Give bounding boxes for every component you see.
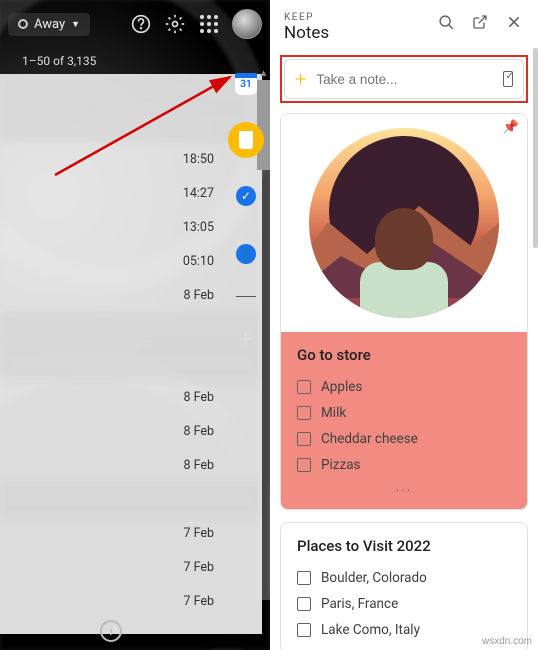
account-avatar[interactable] [232, 9, 262, 39]
help-icon[interactable] [130, 13, 152, 35]
take-note-input-row[interactable]: + [284, 59, 524, 99]
rail-divider [236, 296, 256, 297]
status-dot-icon [18, 19, 28, 29]
checkbox-icon[interactable] [297, 597, 311, 611]
checklist-item[interactable]: Milk [297, 400, 511, 426]
status-label: Away [34, 17, 65, 32]
notes-list[interactable]: 📌 Go to store Apples Milk Cheddar cheese Pizz… [270, 113, 538, 650]
more-indicator: ... [297, 478, 511, 499]
keep-title: Notes [284, 23, 422, 43]
pin-icon[interactable]: 📌 [503, 120, 519, 135]
mail-row[interactable] [0, 482, 262, 516]
calendar-app-icon[interactable]: 31 [226, 64, 266, 104]
checklist-item[interactable]: Apples [297, 374, 511, 400]
checklist-item[interactable]: Lake Como, Italy [297, 617, 511, 643]
status-selector[interactable]: Away ▼ [8, 13, 90, 36]
checklist-label: Cheddar cheese [321, 431, 418, 447]
checklist-item[interactable]: Paris, France [297, 591, 511, 617]
new-list-icon[interactable] [503, 71, 513, 87]
checkbox-icon[interactable] [297, 432, 311, 446]
note-image [281, 114, 527, 332]
keep-scrollbar[interactable] [533, 48, 538, 248]
mail-row[interactable]: 7 Feb [0, 550, 262, 584]
info-icon[interactable]: i [100, 620, 122, 642]
keep-app-icon[interactable] [228, 122, 264, 158]
mail-row[interactable]: 7 Feb [0, 584, 262, 618]
note-title: Places to Visit 2022 [297, 537, 511, 555]
plus-icon: + [295, 67, 306, 91]
side-rail: 31 ✓ 👤 + [220, 64, 270, 359]
close-icon[interactable] [504, 12, 524, 32]
note-card[interactable]: Places to Visit 2022 Boulder, Colorado Par… [280, 522, 528, 650]
search-icon[interactable] [436, 12, 456, 32]
checkbox-icon[interactable] [297, 406, 311, 420]
mail-row[interactable]: 7 Feb [0, 516, 262, 550]
checklist-label: Boulder, Colorado [321, 570, 427, 586]
mail-row[interactable]: 8 Feb [0, 380, 262, 414]
mail-row[interactable]: 8 Feb [0, 414, 262, 448]
keep-brand-label: KEEP [284, 12, 422, 23]
apps-grid-icon[interactable] [198, 13, 220, 35]
take-note-input[interactable] [316, 72, 493, 87]
open-external-icon[interactable] [470, 12, 490, 32]
contacts-app-icon[interactable]: 👤 [226, 234, 266, 274]
note-card[interactable]: 📌 Go to store Apples Milk Cheddar cheese Pizz… [280, 113, 528, 510]
checklist-item[interactable]: Pizzas [297, 452, 511, 478]
gmail-panel: Away ▼ 1–50 of 3,135 18:5014:2713:0505:1… [0, 0, 270, 650]
keep-header: KEEP Notes [270, 0, 538, 51]
add-app-icon[interactable]: + [226, 319, 266, 359]
checklist-item[interactable]: Cheddar cheese [297, 426, 511, 452]
tasks-app-icon[interactable]: ✓ [226, 176, 266, 216]
note-title: Go to store [297, 346, 511, 364]
watermark: wsxdn.com [482, 636, 532, 647]
checklist-label: Paris, France [321, 596, 398, 612]
checklist-label: Lake Como, Italy [321, 622, 420, 638]
chevron-down-icon: ▼ [71, 19, 80, 30]
take-note-highlight: + [280, 55, 528, 103]
checklist-item[interactable]: Boulder, Colorado [297, 565, 511, 591]
checkbox-icon[interactable] [297, 458, 311, 472]
checkbox-icon[interactable] [297, 571, 311, 585]
checkbox-icon[interactable] [297, 623, 311, 637]
mail-row[interactable]: 8 Feb [0, 448, 262, 482]
keep-panel: KEEP Notes + 📌 Go to store Apples Milk Chedd… [270, 0, 538, 650]
gmail-topbar: Away ▼ [0, 0, 270, 48]
checkbox-icon[interactable] [297, 380, 311, 394]
settings-gear-icon[interactable] [164, 13, 186, 35]
checklist-label: Apples [321, 379, 362, 395]
checklist-label: Milk [321, 405, 346, 421]
checklist-label: Pizzas [321, 457, 361, 473]
